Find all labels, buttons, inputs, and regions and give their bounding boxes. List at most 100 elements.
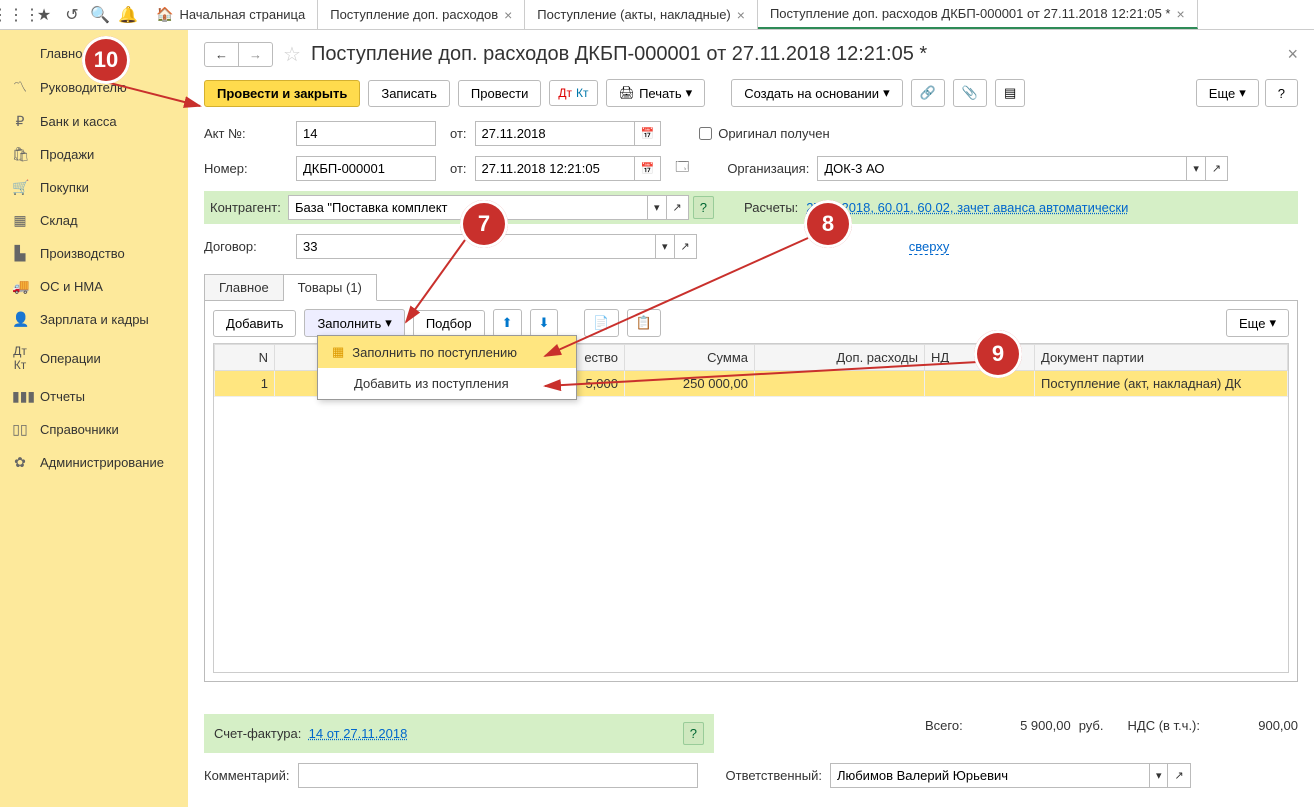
post-and-close-button[interactable]: Провести и закрыть bbox=[204, 80, 360, 107]
act-date-input[interactable] bbox=[475, 121, 635, 146]
more-button[interactable]: Еще ▾ bbox=[1196, 79, 1259, 107]
tab-home[interactable]: 🏠 Начальная страница bbox=[144, 0, 318, 29]
post-button[interactable]: Провести bbox=[458, 80, 542, 107]
home-icon: 🏠 bbox=[156, 6, 173, 23]
sidebar-item-main[interactable]: Главное bbox=[0, 38, 188, 69]
sidebar-item-production[interactable]: ▙Производство bbox=[0, 237, 188, 270]
gear-icon: ✿ bbox=[12, 454, 28, 471]
contragent-row: Контрагент: ▾ ↗ ? Расчеты: 27.11.2018, 6… bbox=[204, 191, 1298, 224]
original-received-label: Оригинал получен bbox=[718, 126, 829, 141]
dropdown-icon[interactable]: ▾ bbox=[656, 234, 675, 259]
sidebar-item-reports[interactable]: ▮▮▮Отчеты bbox=[0, 380, 188, 413]
cell-sum: 250 000,00 bbox=[625, 371, 755, 397]
dtkt-button[interactable]: ДтКт bbox=[549, 80, 597, 106]
sidebar-item-admin[interactable]: ✿ Администрирование bbox=[0, 446, 188, 479]
contragent-input[interactable] bbox=[288, 195, 648, 220]
back-button[interactable]: ← bbox=[205, 43, 239, 66]
open-icon[interactable]: ↗ bbox=[1168, 763, 1190, 788]
col-n[interactable]: N bbox=[215, 345, 275, 371]
col-extra[interactable]: Доп. расходы bbox=[755, 345, 925, 371]
invoice-help-button[interactable]: ? bbox=[683, 722, 704, 745]
col-sum[interactable]: Сумма bbox=[625, 345, 755, 371]
report-button[interactable]: ▤ bbox=[995, 79, 1025, 107]
dropdown-icon[interactable]: ▾ bbox=[648, 195, 667, 220]
open-icon[interactable]: ↗ bbox=[667, 195, 689, 220]
sidebar-item-sales[interactable]: 🛍Продажи bbox=[0, 138, 188, 171]
tab-receipts-extra[interactable]: Поступление доп. расходов × bbox=[318, 0, 525, 29]
copy-button[interactable]: 📄 bbox=[584, 309, 618, 337]
close-document-button[interactable]: × bbox=[1287, 44, 1298, 65]
sidebar-item-purchases[interactable]: 🛒Покупки bbox=[0, 171, 188, 204]
calendar-icon[interactable]: 📅 bbox=[635, 156, 662, 181]
sidebar-item-manager[interactable]: 〽Руководителю bbox=[0, 69, 188, 105]
vat-mode-link[interactable]: сверху bbox=[909, 239, 950, 255]
window-tabs: 🏠 Начальная страница Поступление доп. ра… bbox=[144, 0, 1314, 29]
move-down-button[interactable]: ⬇ bbox=[530, 309, 559, 337]
sidebar-item-label: Зарплата и кадры bbox=[40, 312, 149, 327]
calendar-icon[interactable]: 📅 bbox=[635, 121, 662, 146]
move-up-button[interactable]: ⬆ bbox=[493, 309, 522, 337]
attach-button[interactable]: 📎 bbox=[953, 79, 987, 107]
calculations-link[interactable]: 27.11.2018, 60.01, 60.02, зачет аванса а… bbox=[806, 200, 1128, 215]
paste-button[interactable]: 📋 bbox=[627, 309, 661, 337]
col-batch-doc[interactable]: Документ партии bbox=[1035, 345, 1288, 371]
select-button[interactable]: Подбор bbox=[413, 310, 485, 337]
help-button[interactable]: ? bbox=[1265, 79, 1298, 107]
cart-icon: 🛒 bbox=[12, 179, 28, 196]
save-button[interactable]: Записать bbox=[368, 80, 450, 107]
history-icon[interactable]: ↺ bbox=[61, 4, 83, 26]
responsible-input[interactable] bbox=[830, 763, 1150, 788]
responsible-label: Ответственный: bbox=[726, 768, 822, 783]
sidebar-item-label: Главное bbox=[40, 46, 90, 61]
sidebar-item-warehouse[interactable]: ▦Склад bbox=[0, 204, 188, 237]
create-on-basis-button[interactable]: Создать на основании ▾ bbox=[731, 79, 902, 107]
act-number-input[interactable] bbox=[296, 121, 436, 146]
print-button[interactable]: 🖨 Печать ▾ bbox=[606, 79, 706, 107]
comment-input[interactable] bbox=[298, 763, 698, 788]
document-toolbar: Провести и закрыть Записать Провести ДтК… bbox=[204, 79, 1298, 107]
sidebar-item-operations[interactable]: ДтКтОперации bbox=[0, 336, 188, 380]
sidebar-item-hr[interactable]: 👤Зарплата и кадры bbox=[0, 303, 188, 336]
col-vat[interactable]: НД bbox=[925, 345, 1035, 371]
notifications-icon[interactable]: 🔔 bbox=[117, 4, 139, 26]
favorite-icon[interactable]: ★ bbox=[33, 4, 55, 26]
number-input[interactable] bbox=[296, 156, 436, 181]
goods-more-button[interactable]: Еще ▾ bbox=[1226, 309, 1289, 337]
add-from-receipt-item[interactable]: Добавить из поступления bbox=[318, 368, 576, 399]
dropdown-icon[interactable]: ▾ bbox=[1187, 156, 1206, 181]
sidebar-item-label: Администрирование bbox=[40, 455, 164, 470]
search-icon[interactable]: 🔍 bbox=[89, 4, 111, 26]
fill-by-receipt-item[interactable]: ▦ Заполнить по поступлению bbox=[318, 336, 576, 368]
add-row-button[interactable]: Добавить bbox=[213, 310, 296, 337]
tab-goods[interactable]: Товары (1) bbox=[284, 274, 377, 301]
related-button[interactable]: 🔗 bbox=[911, 79, 945, 107]
organization-input[interactable] bbox=[817, 156, 1187, 181]
forward-button[interactable]: → bbox=[239, 43, 272, 66]
dropdown-label: Добавить из поступления bbox=[354, 376, 509, 391]
original-received-checkbox[interactable] bbox=[699, 127, 712, 140]
close-icon[interactable]: × bbox=[737, 7, 745, 23]
invoice-link[interactable]: 14 от 27.11.2018 bbox=[309, 726, 408, 741]
fill-button[interactable]: Заполнить ▾ bbox=[304, 309, 404, 337]
tab-current-doc[interactable]: Поступление доп. расходов ДКБП-000001 от… bbox=[758, 0, 1198, 29]
dropdown-icon[interactable]: ▾ bbox=[1150, 763, 1169, 788]
apps-icon[interactable]: ⋮⋮⋮ bbox=[5, 4, 27, 26]
mode-icon[interactable]: 🗔 bbox=[675, 158, 689, 180]
tab-label: Поступление доп. расходов bbox=[330, 7, 498, 22]
open-icon[interactable]: ↗ bbox=[1206, 156, 1228, 181]
open-icon[interactable]: ↗ bbox=[675, 234, 697, 259]
favorite-toggle[interactable]: ☆ bbox=[283, 42, 301, 67]
number-date-input[interactable] bbox=[475, 156, 635, 181]
sidebar-item-bank[interactable]: ₽Банк и касса bbox=[0, 105, 188, 138]
fill-icon: ▦ bbox=[332, 344, 344, 360]
contract-input[interactable] bbox=[296, 234, 656, 259]
close-icon[interactable]: × bbox=[1177, 6, 1185, 22]
sidebar-item-catalogs[interactable]: ▯▯Справочники bbox=[0, 413, 188, 446]
bottom-row: Комментарий: Ответственный: ▾ ↗ bbox=[204, 763, 1298, 788]
close-icon[interactable]: × bbox=[504, 7, 512, 23]
tab-main[interactable]: Главное bbox=[204, 274, 284, 301]
sidebar-item-assets[interactable]: 🚚ОС и НМА bbox=[0, 270, 188, 303]
tab-receipts-acts[interactable]: Поступление (акты, накладные) × bbox=[525, 0, 758, 29]
contragent-help-button[interactable]: ? bbox=[693, 196, 714, 219]
bars-icon: ▮▮▮ bbox=[12, 388, 28, 405]
